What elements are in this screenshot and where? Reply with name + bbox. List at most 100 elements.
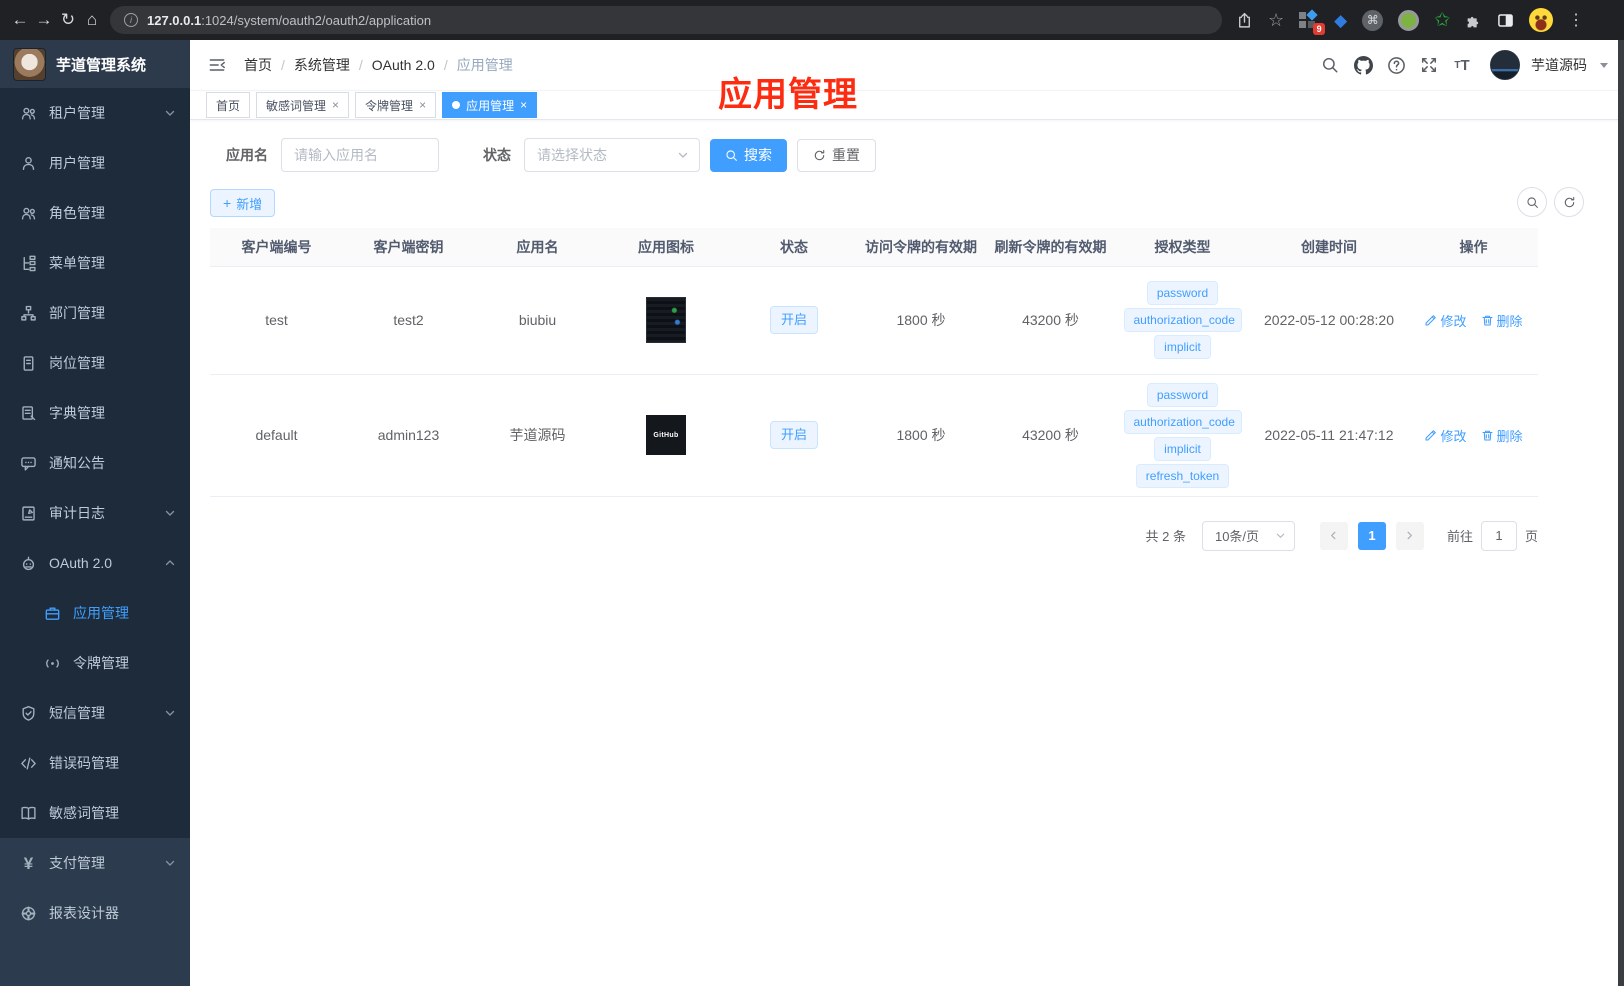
id-badge-icon xyxy=(23,355,34,371)
browser-forward-button[interactable]: → xyxy=(32,6,56,34)
toggle-search-button[interactable] xyxy=(1517,187,1547,217)
refresh-table-button[interactable] xyxy=(1554,187,1584,217)
report-wheel-icon xyxy=(21,905,36,921)
breadcrumb-separator: / xyxy=(358,57,363,73)
sidebar-item-tenant[interactable]: 租户管理 xyxy=(0,88,190,138)
cell-refresh-ttl: 43200 秒 xyxy=(985,374,1116,497)
app-thumbnail-image xyxy=(646,297,686,343)
app-name-input[interactable] xyxy=(281,138,439,172)
sidebar-item-oauth-token[interactable]: 令牌管理 xyxy=(0,638,190,688)
close-icon[interactable]: × xyxy=(419,99,426,111)
caret-down-icon[interactable] xyxy=(1600,62,1608,68)
green-star-extension-icon[interactable]: ✩ xyxy=(1434,11,1450,30)
sidebar-item-dict[interactable]: 字典管理 xyxy=(0,388,190,438)
tab-sensitive-word[interactable]: 敏感词管理 × xyxy=(256,92,350,118)
fullscreen-icon[interactable] xyxy=(1418,54,1440,76)
sidebar-item-sensitive-word[interactable]: 敏感词管理 xyxy=(0,788,190,838)
window-scrollbar[interactable] xyxy=(1618,40,1624,986)
sidebar-item-sms[interactable]: 短信管理 xyxy=(0,688,190,738)
next-page-button[interactable] xyxy=(1395,521,1424,550)
edit-pencil-icon xyxy=(1425,429,1437,440)
goto-page-input[interactable] xyxy=(1480,520,1517,551)
tab-token[interactable]: 令牌管理 × xyxy=(355,92,437,118)
close-icon[interactable]: × xyxy=(520,99,527,111)
pagination-total: 共 2 条 xyxy=(1145,529,1186,544)
app-thumbnail-image: GitHub xyxy=(646,415,686,455)
sidebar-item-role[interactable]: 角色管理 xyxy=(0,188,190,238)
sidebar-item-menu[interactable]: 菜单管理 xyxy=(0,238,190,288)
open-book-icon xyxy=(21,806,36,820)
sidebar-item-audit[interactable]: 审计日志 xyxy=(0,488,190,538)
filter-form: 应用名 状态 请选择状态 搜索 重置 xyxy=(210,138,1604,172)
breadcrumb-system[interactable]: 系统管理 xyxy=(294,55,350,75)
prev-page-button[interactable] xyxy=(1319,521,1348,550)
breadcrumb-home[interactable]: 首页 xyxy=(244,55,272,75)
url-bar[interactable]: i 127.0.0.1:1024/system/oauth2/oauth2/ap… xyxy=(110,6,1222,34)
page-size-select[interactable]: 10条/页 xyxy=(1201,520,1295,551)
announcement-icon xyxy=(21,456,36,471)
breadcrumb-oauth[interactable]: OAuth 2.0 xyxy=(372,57,435,73)
cell-app-name: 芋道源码 xyxy=(474,374,601,497)
share-icon[interactable] xyxy=(1236,12,1253,29)
help-icon[interactable] xyxy=(1385,54,1407,76)
app-name-label: 应用名 xyxy=(226,147,268,163)
tab-home[interactable]: 首页 xyxy=(206,92,251,118)
emoji-avatar-icon[interactable] xyxy=(1529,8,1554,32)
bookmark-star-icon[interactable]: ☆ xyxy=(1268,10,1284,31)
pagination: 共 2 条 10条/页 1 前往 页 xyxy=(210,520,1538,551)
org-chart-icon xyxy=(21,305,36,321)
edit-link[interactable]: 修改 xyxy=(1424,311,1467,330)
sidebar-item-pay[interactable]: ¥ 支付管理 xyxy=(0,838,190,888)
chevron-down-icon xyxy=(165,110,175,116)
cell-app-icon: GitHub xyxy=(601,374,731,497)
browser-back-button[interactable]: ← xyxy=(8,6,32,34)
close-icon[interactable]: × xyxy=(332,99,339,111)
goto-label: 前往 xyxy=(1446,529,1473,544)
sidebar-item-post[interactable]: 岗位管理 xyxy=(0,338,190,388)
add-button[interactable]: + 新增 xyxy=(210,189,276,217)
sidebar-item-errorcode[interactable]: 错误码管理 xyxy=(0,738,190,788)
kite-extension-icon[interactable]: ◆ xyxy=(1334,12,1347,29)
site-info-icon[interactable]: i xyxy=(124,13,138,27)
sidebar-item-label: 审计日志 xyxy=(49,505,105,521)
github-icon[interactable] xyxy=(1352,54,1374,76)
search-icon[interactable] xyxy=(1319,54,1341,76)
delete-link[interactable]: 删除 xyxy=(1481,426,1523,445)
cell-actions: 修改 删除 xyxy=(1409,266,1538,375)
delete-link[interactable]: 删除 xyxy=(1481,311,1523,330)
search-button[interactable]: 搜索 xyxy=(710,138,787,172)
cell-refresh-ttl: 43200 秒 xyxy=(985,266,1116,375)
grant-type-tag: implicit xyxy=(1154,335,1211,359)
puzzle-extensions-icon[interactable] xyxy=(1465,12,1482,29)
sidebar-item-oauth-application[interactable]: 应用管理 xyxy=(0,588,190,638)
sidebar: 芋道管理系统 租户管理 用户管理 角色管理 菜单管理 部门管理 岗位管理 字典管… xyxy=(0,40,190,986)
edit-link[interactable]: 修改 xyxy=(1424,426,1467,445)
sidebar-item-notice[interactable]: 通知公告 xyxy=(0,438,190,488)
status-select[interactable]: 请选择状态 xyxy=(524,138,700,172)
sidebar-item-report[interactable]: 报表设计器 xyxy=(0,888,190,938)
sidebar-collapse-icon[interactable] xyxy=(206,54,228,76)
tab-label: 首页 xyxy=(216,98,241,113)
breadcrumb-separator: / xyxy=(281,57,285,73)
reset-button[interactable]: 重置 xyxy=(797,138,876,172)
extension-grid-icon[interactable]: 9 xyxy=(1299,9,1326,35)
browser-menu-icon[interactable]: ⋮ xyxy=(1568,10,1584,30)
split-view-icon[interactable] xyxy=(1497,12,1514,29)
page-number-1[interactable]: 1 xyxy=(1357,521,1386,550)
sidebar-item-user[interactable]: 用户管理 xyxy=(0,138,190,188)
browser-refresh-button[interactable]: ↻ xyxy=(56,6,80,34)
col-secret: 客户端密钥 xyxy=(343,228,474,267)
tab-application[interactable]: 应用管理 × xyxy=(442,92,538,118)
sidebar-item-label: OAuth 2.0 xyxy=(49,555,113,571)
sidebar-item-oauth[interactable]: OAuth 2.0 xyxy=(0,538,190,588)
username[interactable]: 芋道源码 xyxy=(1531,55,1587,75)
command-extension-icon[interactable]: ⌘ xyxy=(1362,9,1384,31)
refresh-icon xyxy=(1564,196,1574,207)
search-icon xyxy=(1526,196,1538,208)
browser-home-button[interactable]: ⌂ xyxy=(80,6,104,34)
sidebar-item-dept[interactable]: 部门管理 xyxy=(0,288,190,338)
cell-client-id: default xyxy=(210,374,343,497)
record-extension-icon[interactable] xyxy=(1398,9,1420,31)
font-size-icon[interactable]: TT xyxy=(1451,54,1473,76)
user-avatar[interactable] xyxy=(1490,50,1520,80)
